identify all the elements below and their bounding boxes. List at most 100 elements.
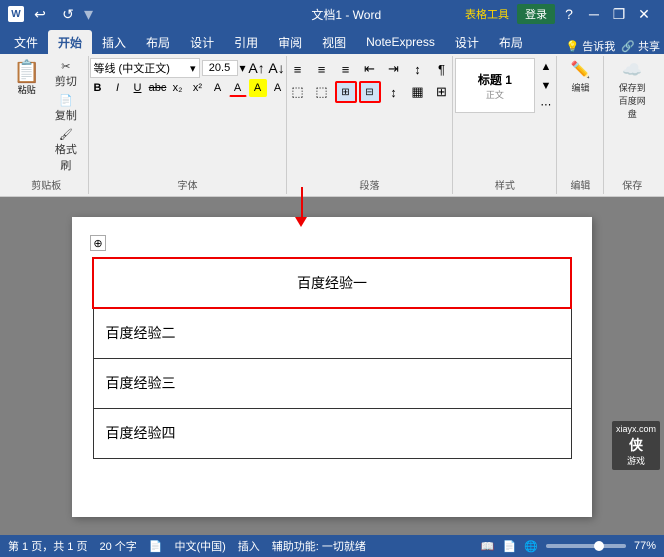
number-list-button[interactable]: ≡ xyxy=(311,58,333,80)
word-count: 20 个字 xyxy=(99,538,136,554)
tab-layout[interactable]: 布局 xyxy=(136,30,180,54)
tab-view[interactable]: 视图 xyxy=(312,30,356,54)
accessibility-status: 辅助功能: 一切就绪 xyxy=(272,538,366,554)
clipboard-label: 剪贴板 xyxy=(31,175,61,192)
close-button[interactable]: ✕ xyxy=(632,4,656,24)
page-info: 第 1 页，共 1 页 xyxy=(8,538,87,554)
styles-label: 样式 xyxy=(495,175,515,192)
undo-button[interactable]: ↩ xyxy=(28,4,52,24)
borders-button[interactable]: ⊞ xyxy=(431,81,453,103)
save-group-content: ☁️ 保存到百度网盘 xyxy=(608,58,656,175)
font-size-selector[interactable]: 20.5 xyxy=(202,60,238,76)
paste-button[interactable]: 📋 粘贴 xyxy=(8,58,45,175)
clear-format-button[interactable]: A xyxy=(209,79,227,97)
styles-down-button[interactable]: ▼ xyxy=(537,77,555,95)
decrease-indent-button[interactable]: ⇤ xyxy=(359,58,381,80)
table-cell-4[interactable]: 百度经验四 xyxy=(93,408,571,458)
editing-label: 编辑 xyxy=(571,81,589,94)
restore-button[interactable]: ❐ xyxy=(607,4,631,24)
watermark: xiayx.com 侠 游戏 xyxy=(612,421,660,470)
highlight-button[interactable]: A xyxy=(249,79,267,97)
table-tools-label: 表格工具 xyxy=(459,4,515,24)
tell-me[interactable]: 💡 告诉我 xyxy=(565,38,615,54)
title-bar: W ↩ ↺ ▾ 文档1 - Word 表格工具 登录 ? ─ ❐ ✕ xyxy=(0,0,664,28)
align-left-button[interactable]: ⬚ xyxy=(287,81,309,103)
tab-home[interactable]: 开始 xyxy=(48,30,92,54)
document-area: ⊕ 百度经验一 百度经验二 百度经验三 百度经验四 xyxy=(0,197,664,535)
font-group-content: 等线 (中文正文) ▾ 20.5 ▾ A↑ A↓ B I U abc x₂ x²… xyxy=(89,58,287,175)
document-table: 百度经验一 百度经验二 百度经验三 百度经验四 xyxy=(92,257,572,459)
editing-icon: ✏️ xyxy=(570,63,590,79)
superscript-button[interactable]: x² xyxy=(189,79,207,97)
focus-mode-button[interactable]: 📖 xyxy=(481,540,495,553)
tab-insert[interactable]: 插入 xyxy=(92,30,136,54)
tab-references[interactable]: 引用 xyxy=(224,30,268,54)
cut-button[interactable]: ✂ 剪切 xyxy=(47,58,84,91)
styles-up-button[interactable]: ▲ xyxy=(537,58,555,76)
print-layout-button[interactable]: 📄 xyxy=(503,540,517,553)
bullet-list-button[interactable]: ≡ xyxy=(287,58,309,80)
paragraph-row1: ≡ ≡ ≡ ⇤ ⇥ ↕ ¶ xyxy=(287,58,453,80)
table-row: 百度经验一 xyxy=(93,258,571,308)
help-button[interactable]: ? xyxy=(557,4,581,24)
align-right-button[interactable]: ⊞ xyxy=(335,81,357,103)
decrease-font-button[interactable]: A↓ xyxy=(268,59,286,77)
save-baidu-label: 保存到百度网盘 xyxy=(615,81,649,120)
word-icon: W xyxy=(8,6,24,22)
save-group: ☁️ 保存到百度网盘 保存 xyxy=(604,56,660,194)
insert-mode: 插入 xyxy=(238,538,260,554)
save-cloud-icon: ☁️ xyxy=(622,63,642,79)
styles-group-content: 标题 1 正文 ▲ ▼ ⋯ xyxy=(455,58,555,175)
table-cell-2[interactable]: 百度经验二 xyxy=(93,308,571,358)
align-justify-button[interactable]: ⊟ xyxy=(359,81,381,103)
font-name-selector[interactable]: 等线 (中文正文) ▾ xyxy=(90,58,200,78)
table-row: 百度经验三 xyxy=(93,358,571,408)
redo-button[interactable]: ↺ xyxy=(56,4,80,24)
language-indicator: 📄 xyxy=(149,540,163,553)
tab-layout2[interactable]: 布局 xyxy=(489,30,533,54)
sort-button[interactable]: ↕ xyxy=(407,58,429,80)
save-label: 保存 xyxy=(622,175,642,192)
ribbon-toolbar: 📋 粘贴 ✂ 剪切 📄 复制 🖌 格式刷 剪贴板 等线 (中文正文) ▾ 20.… xyxy=(0,54,664,197)
subscript-button[interactable]: x₂ xyxy=(169,79,187,97)
show-marks-button[interactable]: ¶ xyxy=(431,58,453,80)
text-effect-button[interactable]: A xyxy=(269,79,287,97)
tab-file[interactable]: 文件 xyxy=(4,30,48,54)
table-cell-3[interactable]: 百度经验三 xyxy=(93,358,571,408)
format-painter-button[interactable]: 🖌 格式刷 xyxy=(47,126,84,175)
increase-font-button[interactable]: A↑ xyxy=(248,59,266,77)
bold-button[interactable]: B xyxy=(89,79,107,97)
tab-design[interactable]: 设计 xyxy=(180,30,224,54)
multilevel-list-button[interactable]: ≡ xyxy=(335,58,357,80)
save-baidu-button[interactable]: ☁️ 保存到百度网盘 xyxy=(608,58,656,125)
quick-access-more[interactable]: ▾ xyxy=(84,4,93,25)
italic-button[interactable]: I xyxy=(109,79,127,97)
tab-design2[interactable]: 设计 xyxy=(445,30,489,54)
paragraph-label: 段落 xyxy=(360,175,380,192)
align-center-button[interactable]: ⬚ xyxy=(311,81,333,103)
window-controls: ? ─ ❐ ✕ xyxy=(557,4,656,24)
increase-indent-button[interactable]: ⇥ xyxy=(383,58,405,80)
minimize-button[interactable]: ─ xyxy=(582,4,606,24)
tab-noteexpress[interactable]: NoteExpress xyxy=(356,30,445,54)
title-bar-right: 表格工具 登录 ? ─ ❐ ✕ xyxy=(459,4,656,24)
font-color-button[interactable]: A xyxy=(229,79,247,97)
paste-label: 粘贴 xyxy=(18,83,36,96)
font-row2: B I U abc x₂ x² A A A A xyxy=(89,79,287,97)
table-move-handle[interactable]: ⊕ xyxy=(90,235,106,251)
underline-button[interactable]: U xyxy=(129,79,147,97)
copy-button[interactable]: 📄 复制 xyxy=(47,92,84,125)
login-button[interactable]: 登录 xyxy=(517,4,555,24)
table-cell-header[interactable]: 百度经验一 xyxy=(93,258,571,308)
tab-review[interactable]: 审阅 xyxy=(268,30,312,54)
styles-more-button[interactable]: ⋯ xyxy=(537,95,555,113)
shading-button[interactable]: ▦ xyxy=(407,81,429,103)
zoom-slider[interactable] xyxy=(546,544,626,548)
strikethrough-button[interactable]: abc xyxy=(149,79,167,97)
font-size-dropdown-icon[interactable]: ▾ xyxy=(240,61,246,75)
editing-button[interactable]: ✏️ 编辑 xyxy=(560,58,600,99)
line-spacing-button[interactable]: ↕ xyxy=(383,81,405,103)
styles-preview: 标题 1 正文 xyxy=(455,58,535,113)
web-layout-button[interactable]: 🌐 xyxy=(524,540,538,553)
share-button[interactable]: 🔗 共享 xyxy=(621,38,660,54)
